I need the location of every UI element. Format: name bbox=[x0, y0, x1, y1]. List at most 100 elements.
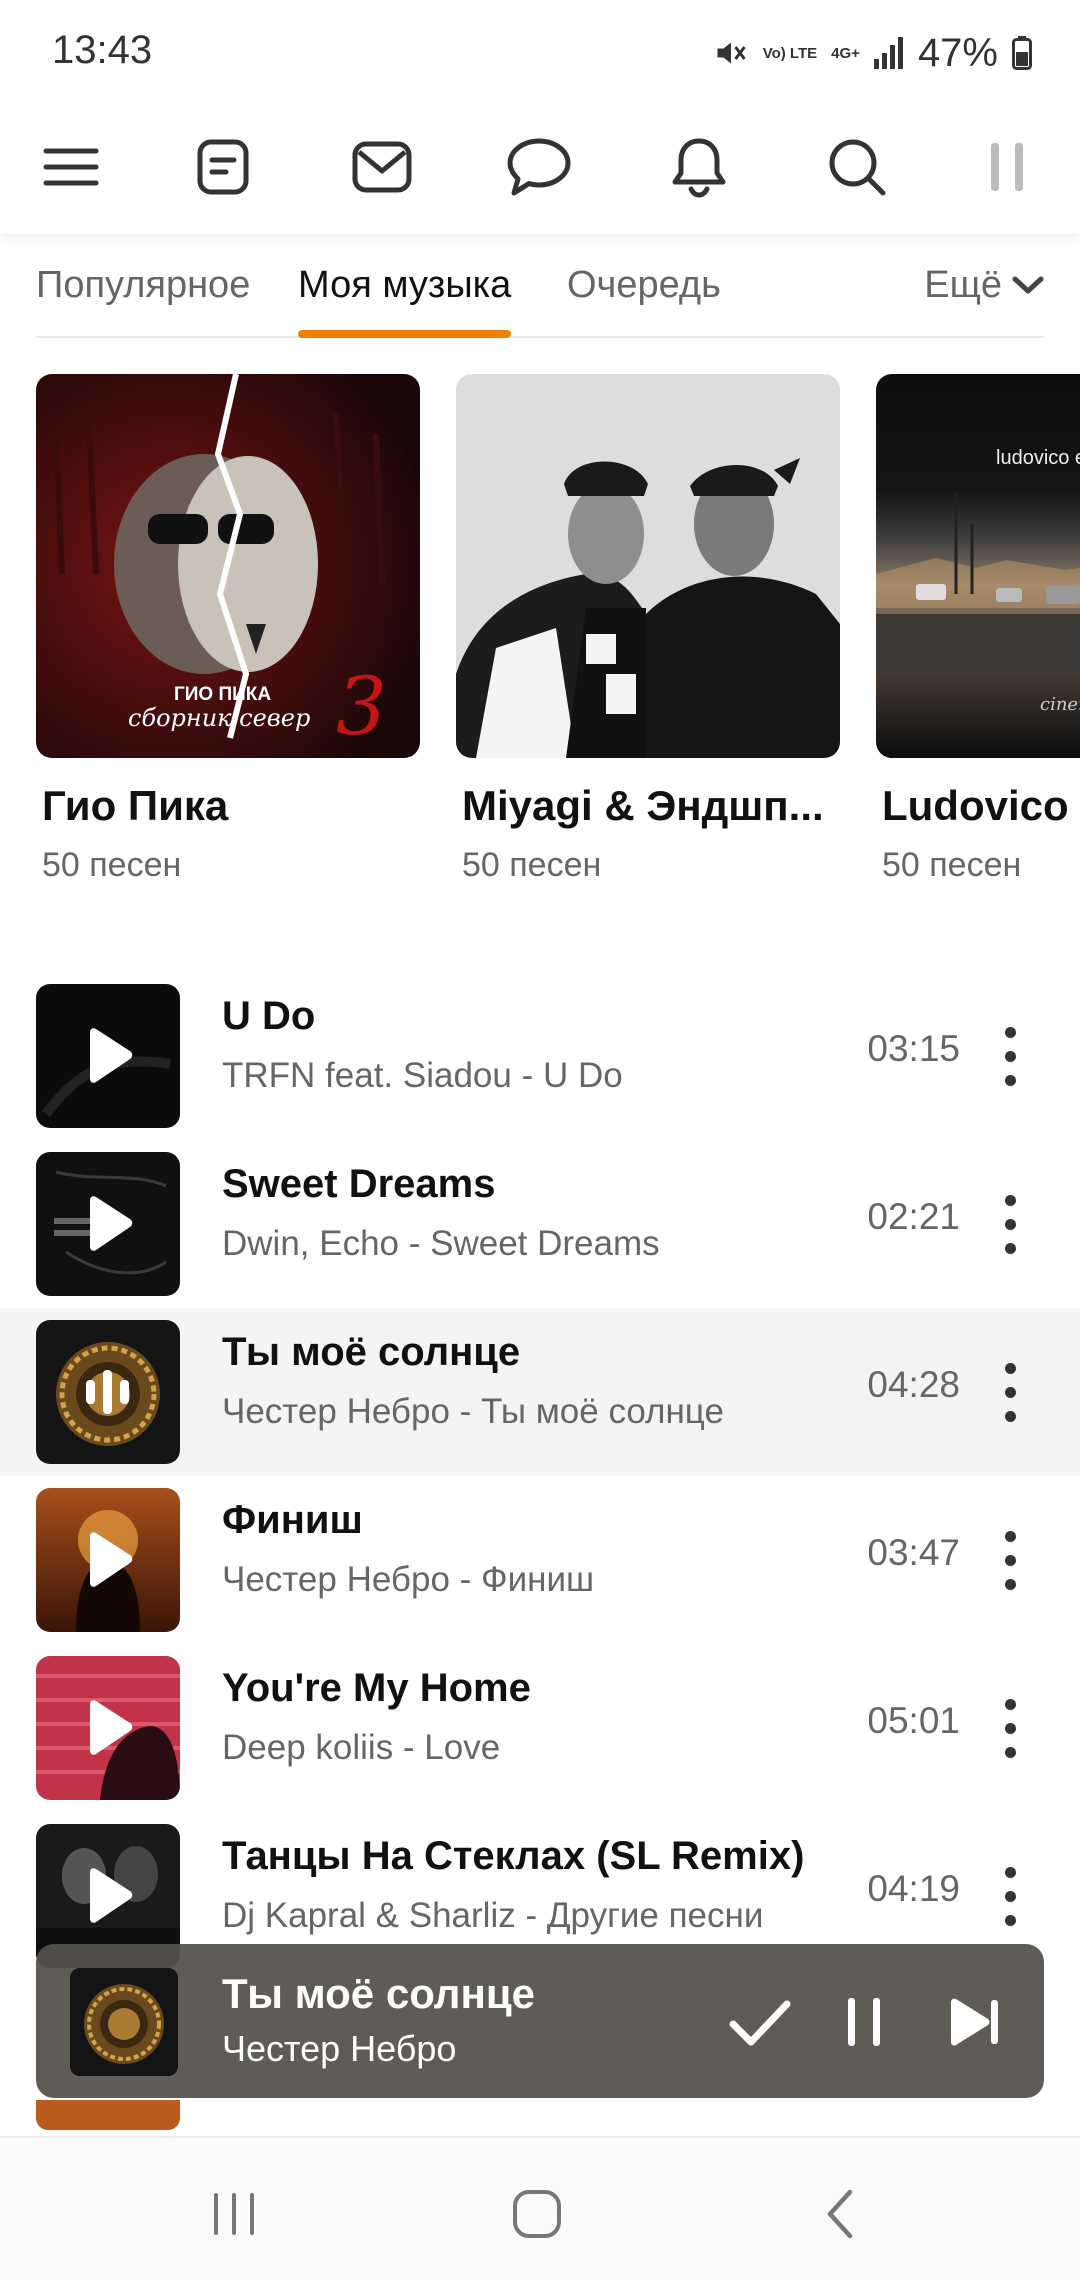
play-button[interactable] bbox=[36, 1488, 180, 1632]
artist-card[interactable]: ludovico e cinem Ludovico I 50 песен bbox=[876, 374, 1080, 885]
tab-my-music[interactable]: Моя музыка bbox=[298, 234, 512, 338]
more-tabs-button[interactable]: Ещё bbox=[924, 234, 1044, 336]
mini-player[interactable]: Ты моё солнце Честер Небро bbox=[36, 1944, 1044, 2098]
play-button[interactable] bbox=[36, 984, 180, 1128]
dot bbox=[1004, 1890, 1016, 1902]
play-button[interactable] bbox=[36, 1656, 180, 1800]
dot bbox=[1004, 1242, 1016, 1254]
track-cover[interactable] bbox=[36, 1320, 180, 1464]
battery-icon bbox=[1012, 36, 1032, 70]
now-playing-artist: Честер Небро bbox=[222, 2028, 457, 2069]
chevron-down-icon bbox=[1012, 276, 1044, 294]
dot bbox=[1004, 1554, 1016, 1566]
track-title: Sweet Dreams bbox=[222, 1162, 496, 1206]
track-artist: TRFN feat. Siadou - U Do bbox=[222, 1056, 623, 1095]
track-row[interactable]: Финиш Честер Небро - Финиш 03:47 bbox=[0, 1476, 1080, 1644]
status-icons: Vo) LTE 4G+ 47% bbox=[713, 26, 1032, 80]
cover-number: 3 bbox=[336, 660, 387, 753]
search-icon bbox=[829, 139, 886, 196]
track-cover[interactable] bbox=[36, 1152, 180, 1296]
status-bar: 13:43 Vo) LTE 4G+ 47% bbox=[0, 0, 1080, 100]
cover-subcaption: сборник север bbox=[128, 704, 310, 732]
messages-button[interactable] bbox=[345, 130, 419, 204]
now-playing-indicator[interactable] bbox=[36, 1320, 180, 1464]
tab-queue[interactable]: Очередь bbox=[567, 234, 721, 336]
home-button[interactable] bbox=[497, 2174, 577, 2254]
next-track-button[interactable] bbox=[936, 1984, 1012, 2060]
track-title: You're My Home bbox=[222, 1666, 531, 1710]
track-row[interactable]: You're My Home Deep koliis - Love 05:01 bbox=[0, 1644, 1080, 1812]
artist-card[interactable]: Miyagi & Эндшп... 50 песен bbox=[456, 374, 840, 885]
dot bbox=[1004, 1026, 1016, 1038]
notifications-button[interactable] bbox=[662, 130, 736, 204]
track-title: Ты моё солнце bbox=[222, 1330, 521, 1374]
player-pause-button[interactable] bbox=[970, 130, 1044, 204]
back-button[interactable] bbox=[800, 2174, 880, 2254]
track-more-button[interactable] bbox=[992, 1692, 1028, 1764]
play-icon bbox=[90, 1196, 133, 1251]
search-button[interactable] bbox=[820, 130, 894, 204]
add-to-music-button[interactable] bbox=[722, 1984, 798, 2060]
track-artist: Dwin, Echo - Sweet Dreams bbox=[222, 1224, 660, 1263]
mini-pause-button[interactable] bbox=[826, 1984, 902, 2060]
recent-apps-button[interactable] bbox=[194, 2174, 274, 2254]
play-button[interactable] bbox=[36, 1152, 180, 1296]
track-cover[interactable] bbox=[36, 1656, 180, 1800]
dot bbox=[1004, 1578, 1016, 1590]
recent-apps-icon bbox=[214, 2193, 254, 2235]
track-cover[interactable] bbox=[36, 984, 180, 1128]
track-artist: Честер Небро - Финиш bbox=[222, 1560, 595, 1599]
dot bbox=[1004, 1746, 1016, 1758]
track-cover[interactable] bbox=[36, 1488, 180, 1632]
track-duration: 03:15 bbox=[867, 1028, 960, 1069]
artist-card[interactable]: ГИО ПИКА сборник север 3 Гио Пика 50 пес… bbox=[36, 374, 420, 885]
back-icon bbox=[827, 2189, 853, 2239]
discussions-button[interactable] bbox=[502, 130, 576, 204]
feed-button[interactable] bbox=[186, 130, 260, 204]
more-tabs-label: Ещё bbox=[924, 263, 1002, 306]
dot bbox=[1004, 1050, 1016, 1062]
track-row-partial bbox=[0, 2100, 1080, 2136]
track-more-button[interactable] bbox=[992, 1020, 1028, 1092]
track-duration: 04:19 bbox=[867, 1868, 960, 1909]
equalizer-icon bbox=[86, 1370, 129, 1414]
cover-subcaption: cinem bbox=[1040, 694, 1080, 715]
dot bbox=[1004, 1362, 1016, 1374]
tab-popular[interactable]: Популярное bbox=[36, 234, 250, 336]
signal-icon bbox=[873, 37, 904, 69]
track-title: Танцы На Стеклах (SL Remix) bbox=[222, 1834, 805, 1878]
artist-cover: ludovico e cinem bbox=[876, 374, 1080, 758]
pause-icon bbox=[848, 1998, 880, 2046]
track-more-button[interactable] bbox=[992, 1860, 1028, 1932]
skip-next-icon bbox=[951, 1998, 998, 2046]
play-icon bbox=[90, 1700, 133, 1755]
music-tabs: Популярное Моя музыка Очередь Ещё bbox=[36, 234, 1044, 338]
menu-icon bbox=[43, 148, 99, 186]
track-duration: 02:21 bbox=[867, 1196, 960, 1237]
track-row[interactable]: Sweet Dreams Dwin, Echo - Sweet Dreams 0… bbox=[0, 1140, 1080, 1308]
track-more-button[interactable] bbox=[992, 1188, 1028, 1260]
track-title: U Do bbox=[222, 994, 316, 1038]
chat-icon bbox=[507, 138, 571, 196]
artist-card-count: 50 песен bbox=[42, 846, 182, 884]
play-icon bbox=[90, 1028, 133, 1083]
track-row[interactable]: U Do TRFN feat. Siadou - U Do 03:15 bbox=[0, 972, 1080, 1140]
track-more-button[interactable] bbox=[992, 1356, 1028, 1428]
artist-card-count: 50 песен bbox=[462, 846, 602, 884]
volte-icon: Vo) LTE bbox=[762, 44, 818, 62]
menu-button[interactable] bbox=[34, 130, 108, 204]
track-more-button[interactable] bbox=[992, 1524, 1028, 1596]
pause-icon bbox=[991, 143, 1023, 191]
cover-caption: ludovico e bbox=[996, 447, 1080, 469]
play-icon bbox=[90, 1868, 133, 1923]
track-artist: Deep koliis - Love bbox=[222, 1728, 501, 1767]
system-nav-bar bbox=[0, 2136, 1080, 2280]
bell-icon bbox=[672, 138, 726, 198]
dot bbox=[1004, 1866, 1016, 1878]
dot bbox=[1004, 1698, 1016, 1710]
track-artist: Dj Kapral & Sharliz - Другие песни bbox=[222, 1896, 764, 1935]
track-row-current[interactable]: Ты моё солнце Честер Небро - Ты моё солн… bbox=[0, 1308, 1080, 1476]
track-cover-partial bbox=[36, 2100, 180, 2130]
artist-card-title: Гио Пика bbox=[42, 782, 229, 829]
dot bbox=[1004, 1530, 1016, 1542]
